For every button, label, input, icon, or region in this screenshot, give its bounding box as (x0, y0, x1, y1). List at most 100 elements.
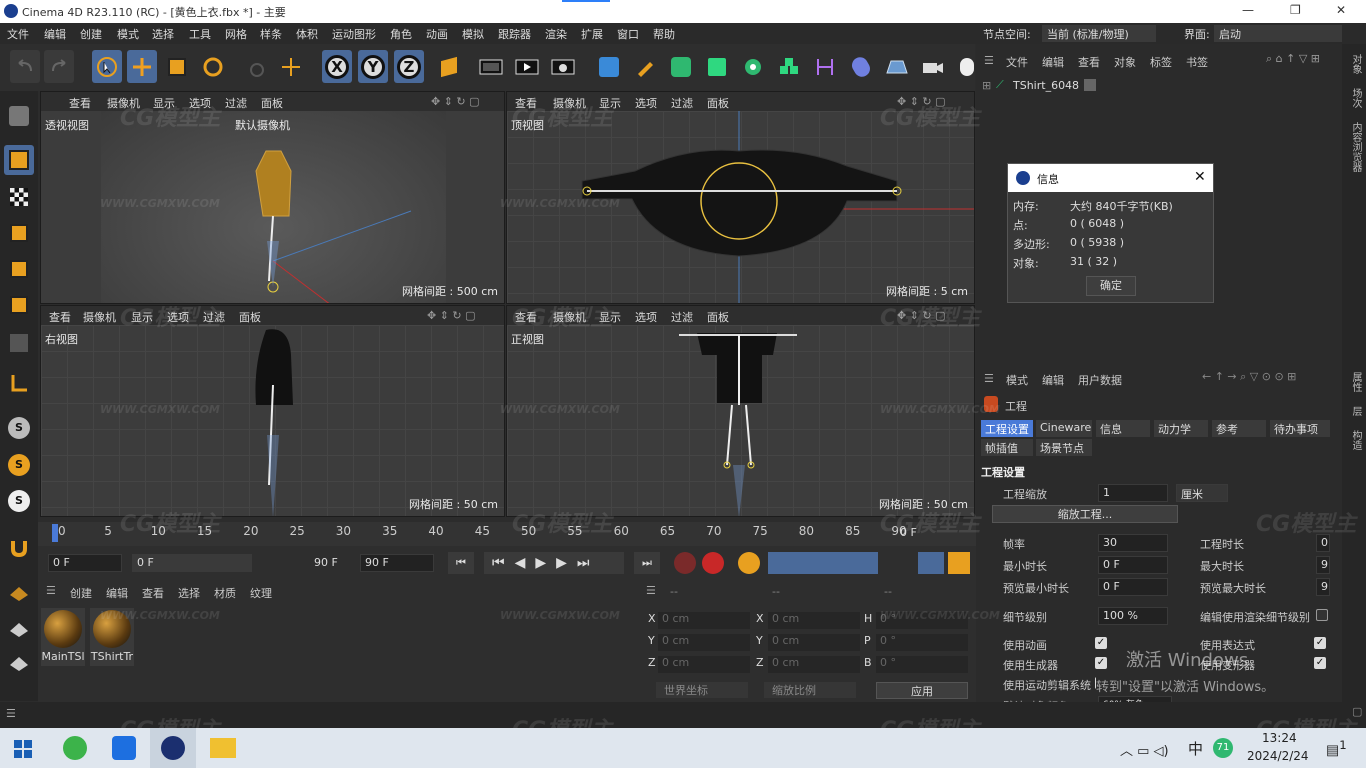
coord-value-field[interactable]: 0 cm (658, 656, 750, 673)
menu-create[interactable]: 创建 (80, 26, 102, 42)
tray-icons[interactable]: ︿ ▭ ◁) (1120, 740, 1169, 759)
vp-options-menu[interactable]: 选项 (167, 309, 189, 325)
deformer-icon[interactable] (810, 50, 840, 83)
side-tab-attributes[interactable]: 属性 (1348, 372, 1363, 392)
side-tab-layers[interactable]: 层 (1348, 406, 1363, 416)
transform-tool-icon[interactable] (276, 50, 306, 83)
close-icon[interactable]: ✕ (1194, 169, 1206, 185)
menu-render[interactable]: 渲染 (545, 26, 567, 42)
notification-icon[interactable]: ▤1 (1326, 738, 1347, 759)
menu-tools[interactable]: 工具 (189, 26, 211, 42)
vp-display-menu[interactable]: 显示 (599, 309, 621, 325)
polygon-mode-icon[interactable] (4, 290, 34, 320)
render-settings-icon[interactable] (548, 50, 578, 83)
side-tab-objects[interactable]: 对象 (1348, 54, 1363, 74)
fps-field[interactable]: 30 (1098, 534, 1168, 552)
menu-edit[interactable]: 编辑 (44, 26, 66, 42)
taskbar-cinema4d[interactable] (150, 728, 196, 768)
vp-options-menu[interactable]: 选项 (635, 95, 657, 111)
material-swatch[interactable]: TShirtTr (90, 608, 134, 666)
vp-nav-icons[interactable]: ✥ ⇕ ↻ ▢ (897, 95, 946, 108)
hamburger-icon[interactable]: ☰ (984, 372, 994, 385)
max-frame-field[interactable]: 90 F (360, 554, 434, 572)
y-axis-lock-icon[interactable]: Y (358, 50, 388, 83)
front-viewport[interactable]: 查看 摄像机 显示 选项 过滤 面板 ✥ ⇕ ↻ ▢ 正视图 网格间距 : 50… (506, 305, 975, 517)
vp-panel-menu[interactable]: 面板 (707, 309, 729, 325)
scale-project-button[interactable]: 缩放工程... (992, 505, 1178, 523)
vp-view-menu[interactable]: 查看 (515, 95, 537, 111)
hamburger-icon[interactable]: ☰ (646, 584, 656, 597)
tab-todo[interactable]: 待办事项 (1270, 420, 1330, 437)
coord-value-field[interactable]: 0 ° (876, 656, 968, 673)
quantize-icon[interactable]: S (4, 486, 34, 516)
obj-edit-menu[interactable]: 编辑 (1042, 54, 1064, 70)
vp-panel-menu[interactable]: 面板 (707, 95, 729, 111)
vp-nav-icons[interactable]: ✥ ⇕ ↻ ▢ (897, 309, 946, 322)
vp-panel-menu[interactable]: 面板 (239, 309, 261, 325)
menu-character[interactable]: 角色 (390, 26, 412, 42)
project-length-field[interactable]: 0 (1316, 534, 1330, 552)
floor-icon[interactable] (882, 50, 912, 83)
coord-value-field[interactable]: 0 cm (768, 612, 860, 629)
menu-window[interactable]: 窗口 (617, 26, 639, 42)
obj-file-menu[interactable]: 文件 (1006, 54, 1028, 70)
clock-time[interactable]: 13:24 (1262, 731, 1297, 745)
rotate-tool-icon[interactable] (198, 50, 228, 83)
field-icon[interactable] (846, 50, 876, 83)
range-start-field[interactable]: 0 F (132, 554, 252, 572)
camera-icon[interactable] (918, 50, 948, 83)
record-icon[interactable] (674, 552, 696, 574)
use-expression-checkbox[interactable]: ✓ (1314, 637, 1326, 649)
obj-tag-menu[interactable]: 标签 (1150, 54, 1172, 70)
model-mode-icon[interactable] (4, 145, 34, 175)
start-icon[interactable] (14, 740, 32, 758)
attr-userdata-menu[interactable]: 用户数据 (1078, 372, 1122, 388)
side-tab-takes[interactable]: 场次 (1348, 88, 1363, 108)
vp-display-menu[interactable]: 显示 (153, 95, 175, 111)
preview-min-field[interactable]: 0 F (1098, 578, 1168, 596)
preview-max-field[interactable]: 9 (1316, 578, 1330, 596)
clock-date[interactable]: 2024/2/24 (1247, 749, 1309, 763)
tab-scene-nodes[interactable]: 场景节点 (1036, 439, 1092, 456)
tab-dynamics[interactable]: 动力学 (1154, 420, 1208, 437)
ok-button[interactable]: 确定 (1086, 276, 1136, 296)
x-axis-lock-icon[interactable]: X (322, 50, 352, 83)
vp-camera-menu[interactable]: 摄像机 (107, 95, 140, 111)
mat-edit-menu[interactable]: 编辑 (106, 585, 128, 601)
current-frame-field[interactable]: 0 F (48, 554, 122, 572)
sound-icon[interactable] (918, 552, 944, 574)
snap-settings-icon[interactable]: S (4, 450, 34, 480)
app-store-icon[interactable] (112, 736, 136, 760)
obj-bookmark-menu[interactable]: 书签 (1186, 54, 1208, 70)
vp-camera-menu[interactable]: 摄像机 (553, 95, 586, 111)
axis-mode-icon[interactable] (4, 368, 34, 398)
z-axis-lock-icon[interactable]: Z (394, 50, 424, 83)
vp-options-menu[interactable]: 选项 (189, 95, 211, 111)
side-tab-content-browser[interactable]: 内容浏览器 (1348, 122, 1363, 172)
grid-plane-icon[interactable] (4, 613, 34, 643)
goto-start-icon[interactable]: ⏮ (448, 552, 474, 574)
menu-simulate[interactable]: 模拟 (462, 26, 484, 42)
render-lod-checkbox[interactable] (1316, 609, 1328, 621)
mat-create-menu[interactable]: 创建 (70, 585, 92, 601)
use-generators-checkbox[interactable]: ✓ (1095, 657, 1107, 669)
vp-filter-menu[interactable]: 过滤 (671, 95, 693, 111)
attr-mode-menu[interactable]: 模式 (1006, 372, 1028, 388)
minimize-icon[interactable]: — (1242, 3, 1254, 17)
tab-project-settings[interactable]: 工程设置 (981, 420, 1033, 437)
security-badge[interactable]: 71 (1213, 738, 1233, 758)
node-space-select[interactable]: 当前 (标准/物理) (1042, 25, 1156, 42)
world-coord-select[interactable]: 世界坐标 (656, 682, 748, 698)
coord-value-field[interactable]: 0 cm (768, 656, 860, 673)
apply-button[interactable]: 应用 (876, 682, 968, 699)
side-tab-structure[interactable]: 构造 (1348, 430, 1363, 450)
hamburger-icon[interactable]: ☰ (984, 54, 994, 67)
top-viewport[interactable]: 查看 摄像机 显示 选项 过滤 面板 ✥ ⇕ ↻ ▢ 顶视图 网格间距 : 5 … (506, 91, 975, 304)
redo-icon[interactable] (44, 50, 74, 83)
obj-view-menu[interactable]: 查看 (1078, 54, 1100, 70)
vp-camera-menu[interactable]: 摄像机 (83, 309, 116, 325)
snap-icon[interactable]: S (4, 413, 34, 443)
scale-select[interactable]: 缩放比例 (764, 682, 856, 698)
attr-nav-icons[interactable]: ← ↑ → ⌕ ▽ ⊙ ⊙ ⊞ (1202, 370, 1296, 384)
max-time-field[interactable]: 9 (1316, 556, 1330, 574)
